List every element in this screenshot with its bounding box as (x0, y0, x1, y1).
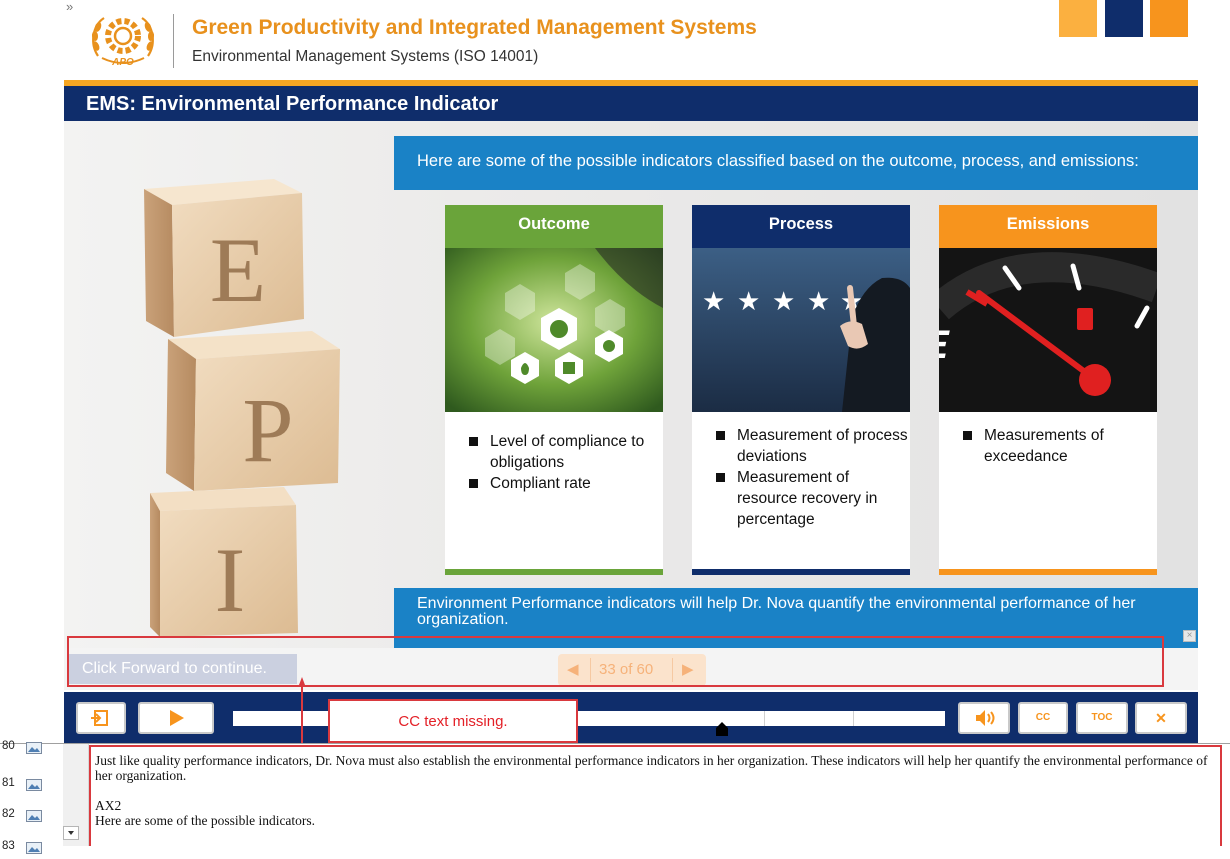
summary-text: Environment Performance indicators will … (417, 595, 1136, 628)
list-item: Measurement of resource recovery in perc… (714, 467, 910, 530)
table-of-contents-button[interactable]: TOC (1076, 702, 1128, 734)
brand-square-light-orange (1059, 0, 1097, 37)
course-subtitle: Environmental Management Systems (ISO 14… (192, 48, 539, 65)
svg-text:★: ★ (737, 287, 760, 317)
volume-button[interactable] (958, 702, 1010, 734)
svg-text:P: P (242, 379, 293, 481)
slide-title-bar: EMS: Environmental Performance Indicator (64, 86, 1198, 121)
five-star-rating-image: ★★★★★ (692, 248, 910, 412)
row-number: 82 (2, 808, 15, 820)
scrubber-handle[interactable] (715, 721, 729, 737)
outcome-card: Outcome Level of compliance to obligatio… (445, 205, 663, 575)
list-item: Compliant rate (467, 473, 663, 494)
volume-icon (976, 710, 995, 726)
list-item: Measurements of exceedance (961, 425, 1157, 467)
exit-icon (91, 710, 108, 726)
process-card: Process ★★★★★ Measurement of process dev… (692, 205, 910, 575)
exit-button[interactable] (76, 702, 126, 734)
emissions-indicator-list: Measurements of exceedance (961, 425, 1157, 467)
progress-marker (853, 711, 854, 726)
cc-missing-annotation: CC text missing. (328, 699, 578, 743)
epi-wooden-blocks-image: E P I (134, 171, 374, 641)
cc-icon: CC (1035, 712, 1051, 723)
annotation-highlight-box (89, 745, 1222, 846)
list-item: Measurement of process deviations (714, 425, 910, 467)
image-icon[interactable] (26, 741, 42, 754)
sustainability-hexagon-icons-image (445, 248, 663, 412)
process-indicator-list: Measurement of process deviations Measur… (714, 425, 910, 530)
chevron-down-icon (68, 831, 74, 835)
toc-icon: TOC (1091, 712, 1113, 723)
apo-logo: APO (88, 10, 158, 68)
image-icon[interactable] (26, 809, 42, 822)
fuel-gauge-image: E (939, 248, 1157, 412)
play-button[interactable] (138, 702, 214, 734)
brand-square-navy (1105, 0, 1143, 37)
emissions-card-bar (939, 569, 1157, 575)
row-number: 80 (2, 740, 15, 752)
slide-title: EMS: Environmental Performance Indicator (86, 93, 499, 115)
outcome-card-bar (445, 569, 663, 575)
close-player-button[interactable]: ✕ (1135, 702, 1187, 734)
svg-text:★: ★ (702, 287, 725, 317)
process-heading: Process (692, 205, 910, 248)
brand-square-orange (1150, 0, 1188, 37)
annotation-highlight-box (67, 636, 1164, 687)
cc-missing-annotation-text: CC text missing. (398, 713, 508, 730)
close-icon: ✕ (1155, 710, 1167, 726)
player-control-bar: CC TOC ✕ (64, 692, 1198, 744)
close-caption-icon[interactable]: × (1183, 630, 1196, 642)
course-title: Green Productivity and Integrated Manage… (192, 16, 757, 39)
process-card-bar (692, 569, 910, 575)
scroll-down-button[interactable] (63, 826, 79, 840)
list-item: Level of compliance to obligations (467, 431, 663, 473)
emissions-heading: Emissions (939, 205, 1157, 248)
play-icon (170, 710, 184, 726)
svg-text:★: ★ (772, 287, 795, 317)
outcome-heading: Outcome (445, 205, 663, 248)
svg-text:APO: APO (111, 57, 134, 68)
closed-caption-button[interactable]: CC (1018, 702, 1068, 734)
image-icon[interactable] (26, 778, 42, 791)
svg-text:E: E (210, 219, 266, 321)
header-divider (173, 14, 174, 68)
svg-text:I: I (215, 529, 246, 631)
image-icon[interactable] (26, 841, 42, 854)
intro-text: Here are some of the possible indicators… (417, 152, 1139, 170)
emissions-card: Emissions E Measurements of exceedance (939, 205, 1157, 575)
progress-marker (764, 711, 765, 726)
outcome-indicator-list: Level of compliance to obligations Compl… (467, 431, 663, 494)
svg-text:★: ★ (807, 287, 830, 317)
annotation-arrow (299, 677, 305, 747)
intro-banner: Here are some of the possible indicators… (394, 136, 1198, 190)
row-number: 81 (2, 777, 15, 789)
row-number: 83 (2, 840, 15, 852)
slide-canvas: E P I Here are some of the possible indi… (64, 121, 1198, 648)
expand-sidebar-icon[interactable]: » (66, 0, 82, 16)
